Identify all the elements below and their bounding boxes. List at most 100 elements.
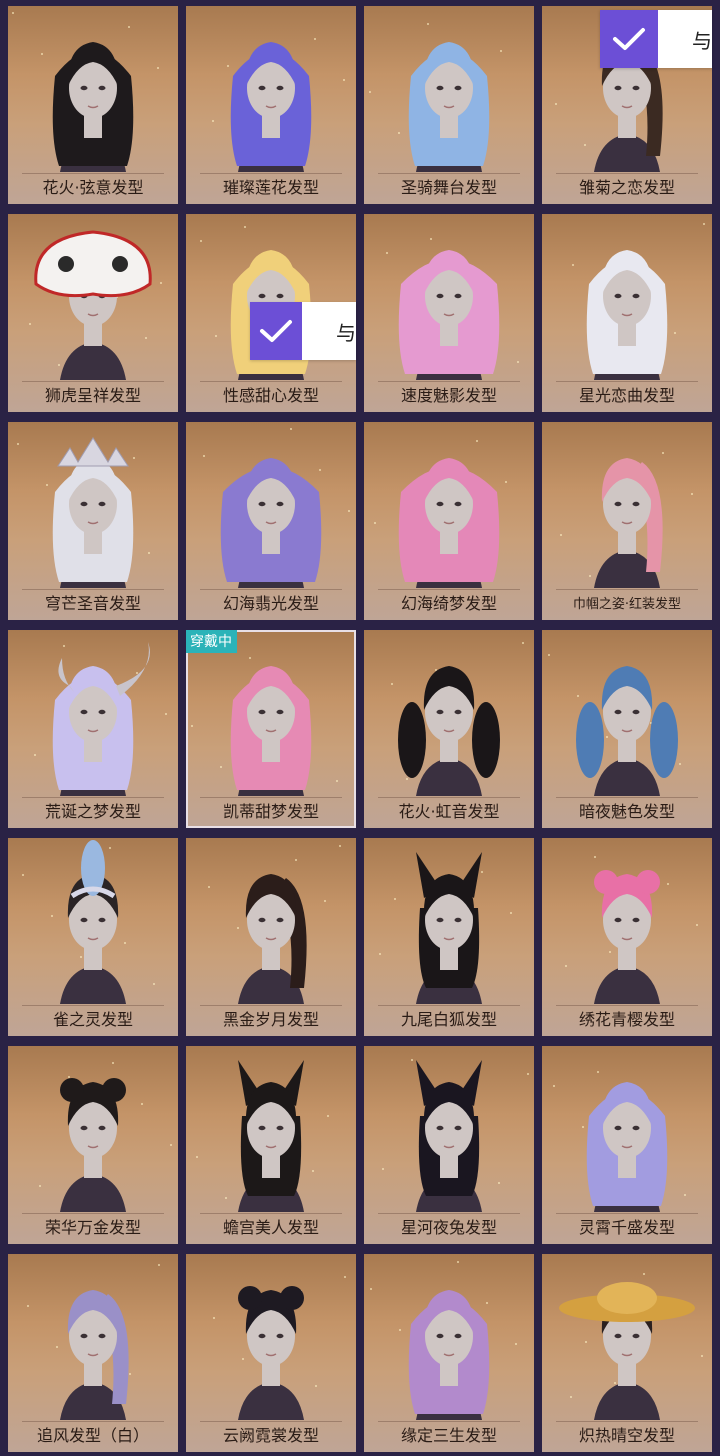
hairstyle-name: 雀之灵发型 — [52, 1010, 133, 1029]
eye-shape — [276, 1125, 284, 1131]
hairstyle-card[interactable]: 凯蒂甜梦发型 穿戴中 — [186, 630, 356, 828]
eye-shape — [632, 1125, 640, 1131]
hairstyle-card[interactable]: 蟾宫美人发型 — [186, 1046, 356, 1244]
hairstyle-name: 花火·弦意发型 — [42, 178, 144, 197]
left-bun-shape — [594, 870, 618, 894]
hairstyle-name: 云阙霓裳发型 — [222, 1426, 319, 1445]
right-bun-shape — [102, 1078, 126, 1102]
hairstyle-card[interactable]: 花火·虹音发型 — [364, 630, 534, 828]
right-bun-shape — [280, 1286, 304, 1310]
eye-shape — [80, 85, 88, 91]
eye-shape — [614, 709, 622, 715]
hairstyle-portrait — [220, 458, 322, 588]
eye-shape — [80, 1125, 88, 1131]
hairstyle-name: 追风发型（白） — [36, 1426, 149, 1445]
hairstyle-portrait — [559, 1282, 695, 1420]
hairstyle-card[interactable]: 速度魅影发型 — [364, 214, 534, 412]
hairstyle-name: 巾帼之姿·红装发型 — [572, 597, 682, 612]
select-tag[interactable]: 与 — [600, 10, 712, 68]
eye-shape — [454, 709, 462, 715]
left-tail-shape — [576, 702, 604, 778]
hairstyle-portrait — [238, 874, 307, 1004]
select-tag-label: 与 — [692, 28, 712, 53]
eye-shape — [454, 917, 462, 923]
hairstyle-name: 星河夜兔发型 — [400, 1218, 497, 1237]
hairstyle-card[interactable]: 花火·弦意发型 — [8, 6, 178, 204]
eye-shape — [258, 1125, 266, 1131]
hairstyle-name: 圣骑舞台发型 — [400, 178, 497, 197]
left-bun-shape — [60, 1078, 84, 1102]
hairstyle-portrait — [52, 42, 134, 172]
hairstyle-card[interactable]: 荒诞之梦发型 — [8, 630, 178, 828]
hairstyle-name: 炽热晴空发型 — [578, 1426, 675, 1445]
hairstyle-card[interactable]: 追风发型（白） — [8, 1254, 178, 1452]
hairstyle-card[interactable]: 幻海绮梦发型 — [364, 422, 534, 620]
eye-shape — [80, 1333, 88, 1339]
checkmark-icon[interactable] — [600, 10, 658, 68]
hairstyle-card[interactable]: 璀璨莲花发型 — [186, 6, 356, 204]
hairstyle-name: 黑金岁月发型 — [222, 1010, 319, 1029]
eye-shape — [258, 293, 266, 299]
hairstyle-card[interactable]: 暗夜魅色发型 — [542, 630, 712, 828]
eye-shape — [436, 1125, 444, 1131]
hairstyle-portrait — [238, 1060, 304, 1212]
hairstyle-card[interactable]: 绣花青樱发型 — [542, 838, 712, 1036]
hairstyle-portrait — [230, 666, 312, 796]
hairstyle-card[interactable]: 云阙霓裳发型 — [186, 1254, 356, 1452]
eye-shape — [632, 709, 640, 715]
eye-shape — [80, 709, 88, 715]
hairstyle-name: 灵霄千盛发型 — [578, 1218, 675, 1237]
eye-shape — [454, 85, 462, 91]
hairstyle-card[interactable]: 炽热晴空发型 — [542, 1254, 712, 1452]
eye-shape — [454, 501, 462, 507]
hairstyle-card[interactable]: 星河夜兔发型 — [364, 1046, 534, 1244]
hairstyle-card[interactable]: 灵霄千盛发型 — [542, 1046, 712, 1244]
eye-shape — [80, 917, 88, 923]
checkmark-icon[interactable] — [250, 302, 302, 360]
right-tail-shape — [650, 702, 678, 778]
eye-shape — [632, 917, 640, 923]
eye-shape — [98, 85, 106, 91]
hairstyle-portrait — [398, 666, 500, 796]
hairstyle-name: 性感甜心发型 — [222, 386, 319, 405]
eye-shape — [276, 85, 284, 91]
eye-shape — [436, 917, 444, 923]
hairstyle-name: 荒诞之梦发型 — [44, 802, 141, 821]
shirt-shape — [594, 1382, 660, 1420]
hairstyle-card[interactable]: 圣骑舞台发型 — [364, 6, 534, 204]
eye-shape — [632, 1333, 640, 1339]
eye-shape — [436, 293, 444, 299]
hairstyle-card[interactable]: 巾帼之姿·红装发型 — [542, 422, 712, 620]
hairstyle-portrait — [60, 840, 126, 1004]
crown-shape — [57, 437, 129, 467]
hairstyle-card[interactable]: 荣华万金发型 — [8, 1046, 178, 1244]
hairstyle-card[interactable]: 黑金岁月发型 — [186, 838, 356, 1036]
shirt-shape — [60, 1174, 126, 1212]
eye-shape — [276, 917, 284, 923]
hairstyle-portrait — [60, 1290, 129, 1420]
hairstyle-portrait — [594, 870, 660, 1004]
eye-shape — [98, 501, 106, 507]
hairstyle-name: 雏菊之恋发型 — [578, 178, 675, 197]
hairstyle-card[interactable]: 雀之灵发型 — [8, 838, 178, 1036]
hairstyle-card[interactable]: 缘定三生发型 — [364, 1254, 534, 1452]
hairstyle-portrait — [594, 458, 663, 588]
select-tag[interactable]: 与 — [250, 302, 356, 360]
select-tag-label: 与 — [336, 320, 356, 345]
hairstyle-card[interactable]: 星光恋曲发型 — [542, 214, 712, 412]
eye-shape — [614, 1125, 622, 1131]
hairstyle-card[interactable]: 穹芒圣音发型 — [8, 422, 178, 620]
eye-shape — [614, 85, 622, 91]
hairstyle-portrait — [576, 666, 678, 796]
hairstyle-grid: 花火·弦意发型 璀璨莲花发型 圣骑舞台发型 雏菊之恋发型狮虎呈祥发型 性感甜心发型 速度魅… — [0, 0, 720, 1456]
hairstyle-name: 幻海翡光发型 — [222, 594, 319, 613]
hairstyle-card[interactable]: 狮虎呈祥发型 — [8, 214, 178, 412]
eye-shape — [632, 293, 640, 299]
hairstyle-card[interactable]: 幻海翡光发型 — [186, 422, 356, 620]
hairstyle-portrait — [52, 437, 134, 588]
right-bun-shape — [636, 870, 660, 894]
eye-shape — [276, 293, 284, 299]
hairstyle-name: 璀璨莲花发型 — [222, 178, 319, 197]
eye-shape — [98, 1333, 106, 1339]
hairstyle-card[interactable]: 九尾白狐发型 — [364, 838, 534, 1036]
